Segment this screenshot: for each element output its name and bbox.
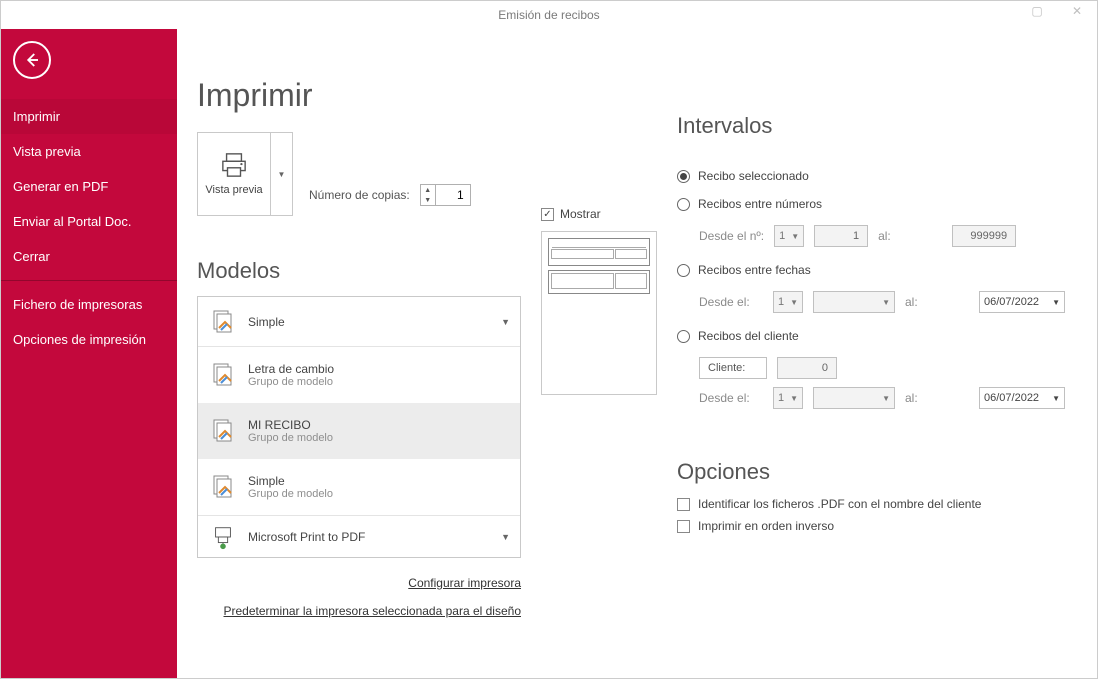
client-to-date-combo[interactable]: 06/07/2022▼	[979, 387, 1065, 409]
checkbox-icon	[677, 498, 690, 511]
radio-label: Recibos entre números	[698, 197, 822, 211]
configure-printer-link[interactable]: Configurar impresora	[408, 576, 521, 590]
model-item-letra[interactable]: Letra de cambio Grupo de modelo	[198, 347, 520, 403]
chevron-down-icon: ▼	[501, 317, 510, 327]
from-number-input[interactable]	[819, 230, 863, 242]
document-preview	[541, 231, 657, 395]
vista-previa-label: Vista previa	[205, 184, 262, 196]
from-number-combo[interactable]: 1▼	[774, 225, 804, 247]
client-label: Cliente:	[704, 362, 749, 374]
sidebar-item-fichero-impresoras[interactable]: Fichero de impresoras	[1, 287, 177, 322]
spinner-down-icon[interactable]: ▼	[421, 195, 435, 205]
from-number-label: Desde el nº:	[699, 229, 764, 243]
sidebar-item-cerrar[interactable]: Cerrar	[1, 239, 177, 274]
copies-input[interactable]	[436, 186, 470, 204]
radio-icon	[677, 264, 690, 277]
close-icon[interactable]: ✕	[1057, 1, 1097, 21]
options-heading: Opciones	[677, 459, 1065, 485]
radio-label: Recibos del cliente	[698, 329, 799, 343]
client-from-date-combo[interactable]: ▼	[813, 387, 895, 409]
sidebar-item-vista-previa[interactable]: Vista previa	[1, 134, 177, 169]
radio-icon	[677, 170, 690, 183]
checkbox-icon	[677, 520, 690, 533]
model-item-mi-recibo[interactable]: MI RECIBO Grupo de modelo	[198, 403, 520, 459]
radio-label: Recibo seleccionado	[698, 169, 809, 183]
radio-icon	[677, 330, 690, 343]
intervals-heading: Intervalos	[677, 113, 1065, 139]
maximize-icon[interactable]: ▢	[1017, 1, 1057, 21]
from-date-label: Desde el:	[699, 295, 763, 309]
back-button[interactable]	[13, 41, 51, 79]
printer-icon	[219, 152, 249, 178]
sidebar-item-imprimir[interactable]: Imprimir	[1, 99, 177, 134]
radio-del-cliente[interactable]: Recibos del cliente	[677, 329, 1065, 343]
from-date-combo[interactable]: ▼	[813, 291, 895, 313]
printer-label: Microsoft Print to PDF	[248, 530, 365, 544]
document-icon	[209, 308, 237, 336]
model-item-title: Letra de cambio	[248, 362, 334, 376]
model-selected-label: Simple	[248, 315, 285, 329]
radio-label: Recibos entre fechas	[698, 263, 811, 277]
document-icon	[209, 473, 237, 501]
vista-previa-dropdown[interactable]: ▼	[270, 133, 292, 215]
option-label: Imprimir en orden inverso	[698, 519, 834, 533]
vista-previa-button[interactable]: Vista previa ▼	[197, 132, 293, 216]
document-icon	[209, 361, 237, 389]
chevron-down-icon: ▼	[278, 170, 286, 179]
printer-selector[interactable]: Microsoft Print to PDF ▼	[198, 515, 520, 557]
models-heading: Modelos	[197, 258, 521, 284]
page-title: Imprimir	[197, 77, 521, 114]
chevron-down-icon: ▼	[501, 532, 510, 542]
sidebar-separator	[1, 280, 177, 281]
models-box: Simple ▼ Letra de cambio Grupo de modelo	[197, 296, 521, 558]
copies-label: Número de copias:	[309, 188, 410, 202]
network-printer-icon	[210, 524, 236, 550]
option-identify-pdf[interactable]: Identificar los ficheros .PDF con el nom…	[677, 497, 1065, 511]
spinner-up-icon[interactable]: ▲	[421, 185, 435, 195]
to-date-combo[interactable]: 06/07/2022▼	[979, 291, 1065, 313]
sidebar-item-enviar-portal[interactable]: Enviar al Portal Doc.	[1, 204, 177, 239]
option-label: Identificar los ficheros .PDF con el nom…	[698, 497, 981, 511]
client-to-label: al:	[905, 391, 969, 405]
client-from-label: Desde el:	[699, 391, 763, 405]
sidebar-item-opciones-impresion[interactable]: Opciones de impresión	[1, 322, 177, 357]
client-from-n-combo[interactable]: 1▼	[773, 387, 803, 409]
arrow-left-icon	[23, 51, 41, 69]
show-label: Mostrar	[560, 207, 601, 221]
default-printer-link[interactable]: Predeterminar la impresora seleccionada …	[224, 604, 522, 618]
sidebar: Imprimir Vista previa Generar en PDF Env…	[1, 29, 177, 678]
title-bar: Emisión de recibos ▢ ✕	[1, 1, 1097, 29]
to-number-label: al:	[878, 229, 942, 243]
sidebar-item-generar-pdf[interactable]: Generar en PDF	[1, 169, 177, 204]
to-number-input[interactable]	[957, 230, 1011, 242]
to-date-label: al:	[905, 295, 969, 309]
model-item-sub: Grupo de modelo	[248, 488, 333, 500]
window-title: Emisión de recibos	[498, 8, 599, 22]
radio-icon	[677, 198, 690, 211]
document-icon	[209, 417, 237, 445]
model-item-simple[interactable]: Simple Grupo de modelo	[198, 459, 520, 515]
show-checkbox[interactable]: ✓	[541, 208, 554, 221]
radio-entre-numeros[interactable]: Recibos entre números	[677, 197, 1065, 211]
model-item-title: MI RECIBO	[248, 418, 333, 432]
from-date-n-combo[interactable]: 1▼	[773, 291, 803, 313]
copies-spinner[interactable]: ▲ ▼	[420, 184, 471, 206]
model-item-sub: Grupo de modelo	[248, 376, 334, 388]
model-selector[interactable]: Simple ▼	[198, 297, 520, 347]
model-item-title: Simple	[248, 474, 333, 488]
option-reverse-order[interactable]: Imprimir en orden inverso	[677, 519, 1065, 533]
model-item-sub: Grupo de modelo	[248, 432, 333, 444]
client-input[interactable]	[782, 362, 832, 374]
radio-recibo-seleccionado[interactable]: Recibo seleccionado	[677, 169, 1065, 183]
radio-entre-fechas[interactable]: Recibos entre fechas	[677, 263, 1065, 277]
